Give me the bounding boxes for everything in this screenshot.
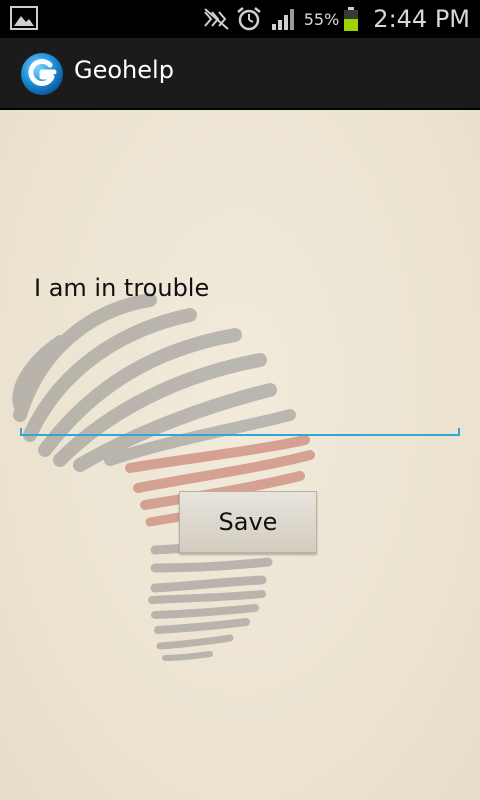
- africa-map-icon: [12, 293, 315, 661]
- mute-icon: [202, 6, 229, 32]
- image-icon: [10, 6, 38, 30]
- geohelp-logo-icon[interactable]: [20, 52, 64, 96]
- input-underline: [20, 428, 460, 436]
- status-bar: 55% 2:44 PM: [0, 0, 480, 38]
- battery-percent: 55%: [303, 9, 340, 29]
- main-content: I am in trouble Save: [0, 110, 480, 800]
- save-button[interactable]: Save: [179, 491, 317, 553]
- clock: 2:44 PM: [373, 5, 470, 33]
- action-bar: Geohelp: [0, 38, 480, 110]
- app-title: Geohelp: [74, 56, 174, 84]
- alarm-icon: [236, 6, 262, 32]
- battery-icon: [343, 6, 359, 32]
- status-icons: 55% 2:44 PM: [202, 0, 470, 38]
- signal-icon: [270, 6, 296, 32]
- message-label: I am in trouble: [34, 274, 210, 302]
